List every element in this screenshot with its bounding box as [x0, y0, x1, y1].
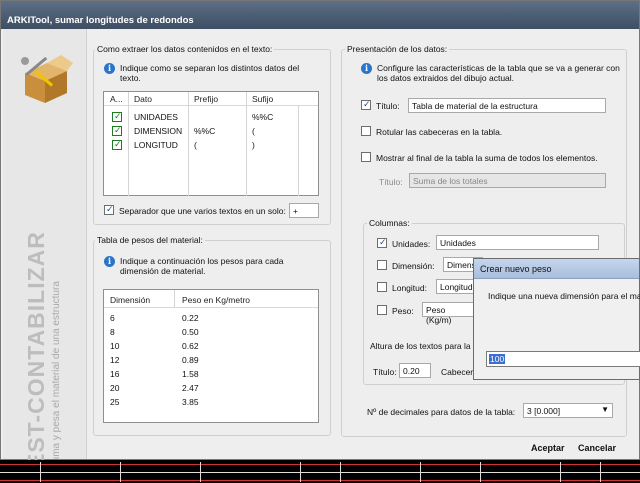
new-weight-dialog: Crear nuevo peso Indique una nueva dimen… [473, 258, 640, 380]
row-dato: LONGITUD [134, 140, 178, 150]
col-unidades-checkbox[interactable] [377, 237, 387, 248]
titulo-checkbox[interactable] [361, 99, 371, 110]
col-header-peso[interactable]: Peso en Kg/metro [182, 295, 250, 305]
weights-table[interactable]: Dimensión Peso en Kg/metro 6 0.22 8 0.50 10 0… [103, 289, 319, 423]
extract-info-icon-wrap: i [104, 63, 115, 74]
dialog-input-value: 100 [489, 354, 506, 364]
mostrar-label: Mostrar al final de la tabla la suma de … [376, 153, 598, 163]
col-header-dimension[interactable]: Dimensión [110, 295, 150, 305]
decimals-value: 3 [0.000] [527, 406, 561, 416]
rotular-label: Rotular las cabeceras en la tabla. [376, 127, 503, 137]
col-peso-label: Peso: [392, 306, 414, 316]
info-icon: i [104, 63, 115, 74]
decimals-select[interactable]: 3 [0.000] ▼ [523, 403, 613, 418]
row-dato: UNIDADES [134, 112, 178, 122]
presentation-info-icon-wrap: i [361, 63, 372, 74]
altura-cabecera-label: Cabecer [441, 367, 474, 377]
altura-titulo-input[interactable]: 0.20 [399, 363, 431, 378]
col-unidades-input[interactable]: Unidades [436, 235, 599, 250]
row-checkbox[interactable] [112, 125, 122, 136]
row-checkbox[interactable] [112, 139, 122, 150]
row-prefijo[interactable]: %%C [194, 126, 215, 136]
cad-background [0, 460, 640, 483]
brand-subtitle: Suma y pesa el material de una estructur… [51, 281, 62, 469]
row-dimension[interactable]: 6 [110, 313, 115, 323]
row-dimension[interactable]: 25 [110, 397, 119, 407]
accept-button[interactable]: Aceptar [531, 443, 565, 453]
row-dato: DIMENSION [134, 126, 183, 136]
info-icon: i [104, 256, 115, 267]
separator-label: Separador que une varios textos en un so… [119, 206, 286, 216]
extract-table[interactable]: A... Dato Prefijo Sufijo UNIDADES %%C DI… [103, 91, 319, 196]
sum-title-label: Título: [379, 177, 403, 187]
decimals-label: Nº de decimales para datos de la tabla: [367, 407, 516, 417]
col-longitud-checkbox[interactable] [377, 282, 387, 292]
col-header-prefijo[interactable]: Prefijo [194, 94, 218, 104]
row-sufijo[interactable]: %%C [252, 112, 273, 122]
row-dimension[interactable]: 8 [110, 327, 115, 337]
col-unidades-label: Unidades: [392, 239, 431, 249]
presentation-group-title: Presentación de los datos: [345, 44, 450, 54]
separator-input[interactable]: + [289, 203, 319, 218]
weights-table-header: Dimensión Peso en Kg/metro [104, 290, 318, 308]
brand-name: EST-CONTABILIZAR [23, 231, 49, 469]
extract-group-title: Como extraer los datos contenidos en el … [95, 44, 275, 54]
cancel-button[interactable]: Cancelar [578, 443, 616, 453]
row-prefijo[interactable]: ( [194, 140, 197, 150]
dialog-title-bar[interactable]: Crear nuevo peso [474, 259, 639, 279]
weights-group-title: Tabla de pesos del material: [95, 235, 205, 245]
row-peso[interactable]: 0.22 [182, 313, 199, 323]
row-sufijo[interactable]: ) [252, 140, 255, 150]
row-sufijo[interactable]: ( [252, 126, 255, 136]
titulo-input[interactable]: Tabla de material de la estructura [408, 98, 606, 113]
sum-title-input[interactable]: Suma de los totales [409, 173, 606, 188]
row-peso[interactable]: 0.62 [182, 341, 199, 351]
titulo-label: Título: [376, 101, 400, 111]
col-dimension-label: Dimensión: [392, 261, 435, 271]
row-dimension[interactable]: 12 [110, 355, 119, 365]
row-peso[interactable]: 3.85 [182, 397, 199, 407]
col-peso-input[interactable]: Peso (Kg/m) [422, 302, 476, 325]
presentation-info-text: Configure las características de la tabl… [377, 63, 620, 83]
row-peso[interactable]: 2.47 [182, 383, 199, 393]
col-dimension-checkbox[interactable] [377, 260, 387, 270]
dialog-title: Crear nuevo peso [480, 264, 552, 274]
altura-titulo-label: Título: [373, 367, 397, 377]
separator-checkbox[interactable] [104, 204, 114, 215]
box-tools-icon [21, 55, 73, 103]
row-peso[interactable]: 1.58 [182, 369, 199, 379]
brand-sidebar: EST-CONTABILIZAR Suma y pesa el material… [3, 29, 87, 469]
col-longitud-input[interactable]: Longitud [436, 279, 476, 294]
col-longitud-label: Longitud: [392, 283, 427, 293]
columns-group-title: Columnas: [367, 218, 412, 228]
window-title: ARKITool, sumar longitudes de redondos [7, 15, 194, 26]
dialog-message: Indique una nueva dimensión para el ma [488, 291, 640, 301]
mostrar-checkbox[interactable] [361, 152, 371, 162]
row-peso[interactable]: 0.89 [182, 355, 199, 365]
weights-info-icon-wrap: i [104, 256, 115, 267]
row-peso[interactable]: 0.50 [182, 327, 199, 337]
row-dimension[interactable]: 16 [110, 369, 119, 379]
weights-info-text: Indique a continuación los pesos para ca… [120, 256, 284, 276]
rotular-checkbox[interactable] [361, 126, 371, 136]
altura-label: Altura de los textos para la ta [370, 341, 481, 351]
row-dimension[interactable]: 20 [110, 383, 119, 393]
row-dimension[interactable]: 10 [110, 341, 119, 351]
dialog-input[interactable]: 100 [486, 351, 640, 367]
title-bar[interactable]: ARKITool, sumar longitudes de redondos [1, 1, 639, 29]
info-icon: i [361, 63, 372, 74]
row-checkbox[interactable] [112, 111, 122, 122]
col-header-active[interactable]: A... [110, 94, 123, 104]
col-header-dato[interactable]: Dato [134, 94, 152, 104]
extract-table-header: A... Dato Prefijo Sufijo [104, 92, 318, 106]
col-header-sufijo[interactable]: Sufijo [252, 94, 273, 104]
extract-info-text: Indique como se separan los distintos da… [120, 63, 300, 83]
chevron-down-icon[interactable]: ▼ [601, 405, 609, 414]
main-window: ARKITool, sumar longitudes de redondos E… [0, 0, 640, 469]
col-peso-checkbox[interactable] [377, 305, 387, 315]
